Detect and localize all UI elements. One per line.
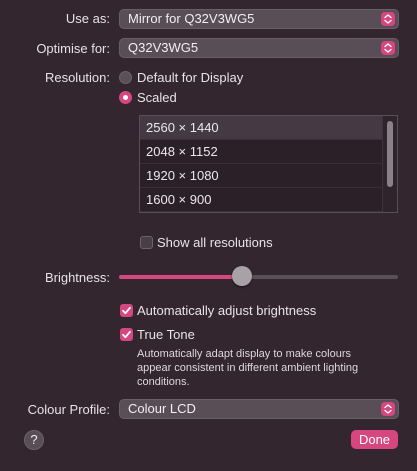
list-item[interactable]: 2560 × 1440 — [140, 116, 383, 140]
brightness-slider-fill — [119, 275, 242, 279]
checkmark-icon — [122, 330, 131, 339]
brightness-slider-knob[interactable] — [231, 266, 252, 286]
show-all-resolutions-checkbox[interactable] — [140, 236, 153, 249]
use-as-label: Use as: — [65, 11, 110, 26]
use-as-popup[interactable]: Mirror for Q32V3WG5 — [119, 9, 399, 29]
true-tone-description: Automatically adapt display to make colo… — [137, 347, 397, 389]
radio-scaled[interactable] — [119, 91, 132, 104]
true-tone-label: True Tone — [137, 327, 195, 342]
true-tone-checkbox[interactable] — [120, 328, 133, 341]
list-item[interactable]: 2048 × 1152 — [140, 140, 383, 164]
up-down-chevron-icon — [381, 402, 395, 416]
colour-profile-popup[interactable]: Colour LCD — [119, 399, 399, 419]
use-as-value: Mirror for Q32V3WG5 — [128, 11, 255, 26]
list-item[interactable]: 1920 × 1080 — [140, 164, 383, 188]
description-line: conditions. — [137, 376, 190, 388]
auto-brightness-checkbox[interactable] — [120, 304, 133, 317]
scrollbar[interactable] — [382, 116, 397, 212]
radio-scaled-label: Scaled — [137, 90, 177, 105]
brightness-label: Brightness: — [44, 270, 110, 285]
help-button[interactable]: ? — [24, 430, 44, 450]
auto-brightness-label: Automatically adjust brightness — [137, 303, 317, 318]
done-button[interactable]: Done — [351, 430, 398, 449]
description-line: appear consistent in different ambient l… — [137, 362, 359, 374]
colour-profile-label: Colour Profile: — [27, 402, 110, 417]
checkmark-icon — [122, 306, 131, 315]
scroll-thumb[interactable] — [387, 121, 393, 187]
radio-default-for-display[interactable] — [119, 71, 132, 84]
radio-default-for-display-label: Default for Display — [137, 70, 244, 85]
brightness-slider-track[interactable] — [241, 275, 398, 279]
resolution-list[interactable]: 2560 × 1440 2048 × 1152 1920 × 1080 1600… — [139, 115, 398, 213]
colour-profile-value: Colour LCD — [128, 401, 196, 416]
show-all-resolutions-label: Show all resolutions — [157, 235, 273, 250]
optimise-for-label: Optimise for: — [36, 41, 110, 56]
up-down-chevron-icon — [381, 41, 395, 55]
description-line: Automatically adapt display to make colo… — [137, 348, 351, 360]
resolution-label: Resolution: — [44, 70, 110, 85]
optimise-for-popup[interactable]: Q32V3WG5 — [119, 38, 399, 58]
up-down-chevron-icon — [381, 12, 395, 26]
optimise-for-value: Q32V3WG5 — [128, 40, 199, 55]
list-item[interactable]: 1600 × 900 — [140, 188, 383, 212]
